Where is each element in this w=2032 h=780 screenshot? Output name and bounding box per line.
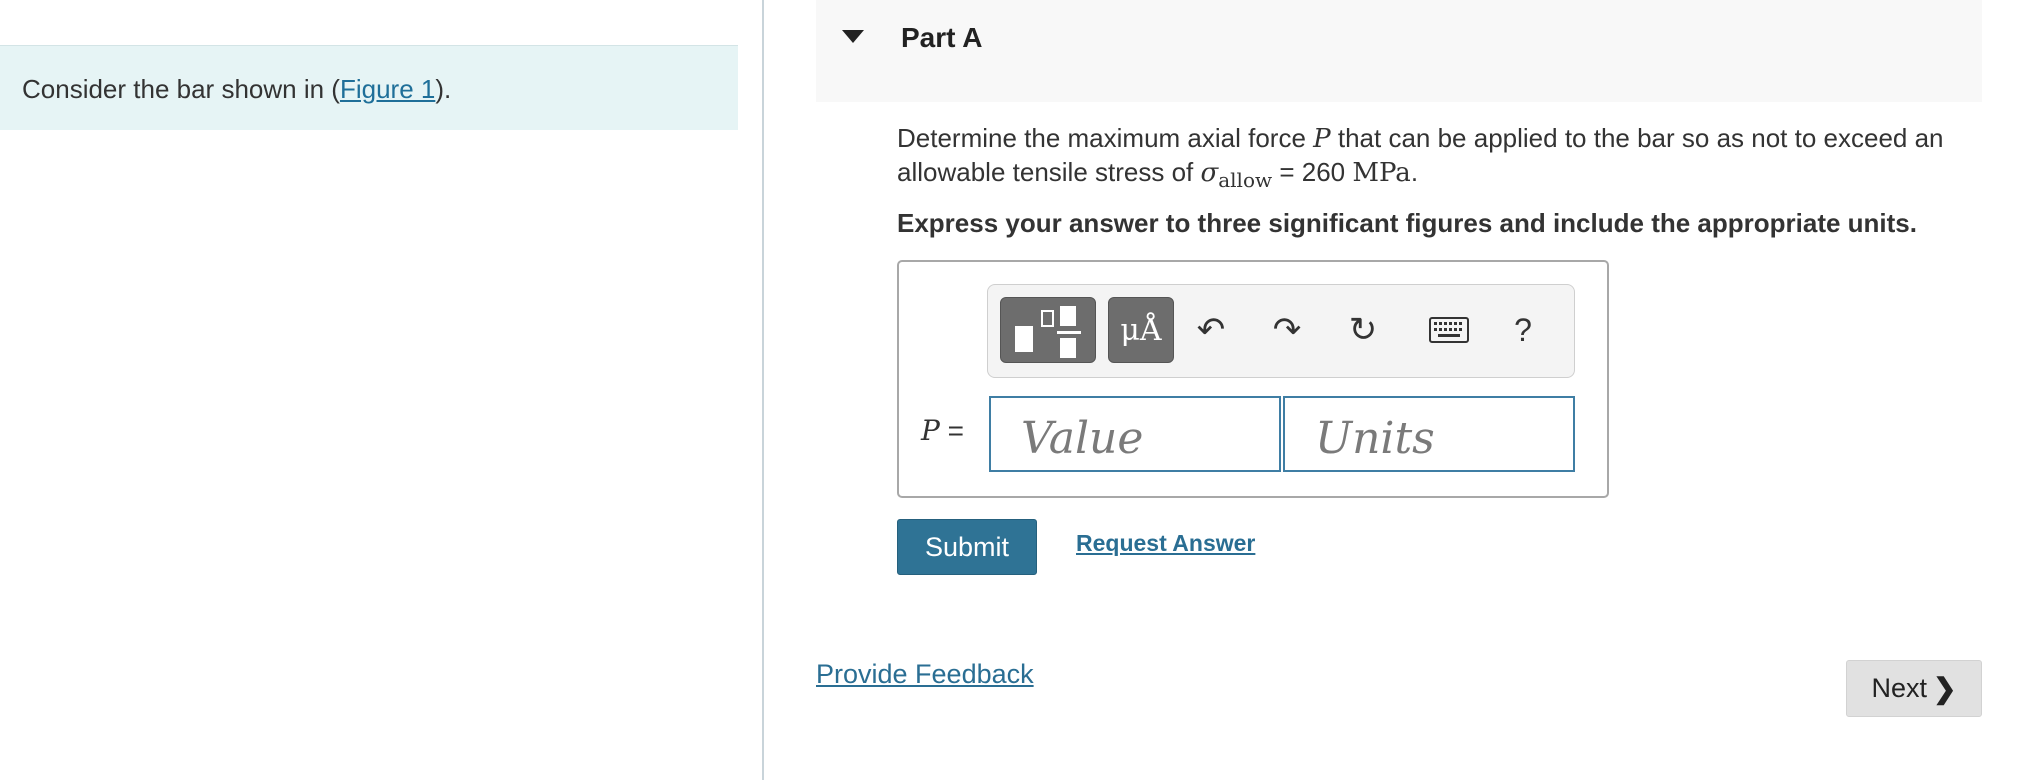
- collapse-caret-icon[interactable]: [842, 30, 864, 43]
- stress-unit: MPa: [1352, 158, 1411, 188]
- keyboard-icon-svg: [1429, 317, 1469, 343]
- value-input[interactable]: [989, 396, 1281, 472]
- intro-text-end: ).: [435, 74, 452, 104]
- next-button[interactable]: Next ❯: [1846, 660, 1982, 717]
- intro-text: Consider the bar shown in (: [22, 74, 340, 104]
- units-input[interactable]: [1283, 396, 1575, 472]
- redo-icon[interactable]: ↷: [1262, 301, 1312, 359]
- submit-button[interactable]: Submit: [897, 519, 1037, 575]
- templates-icon: [1015, 326, 1033, 352]
- answer-box: μÅ ↶ ↷ ↻ ? P =: [897, 260, 1609, 498]
- templates-button[interactable]: [1000, 297, 1096, 363]
- next-label: Next: [1871, 673, 1928, 703]
- provide-feedback-link[interactable]: Provide Feedback: [816, 659, 1034, 690]
- force-variable: P: [1313, 124, 1331, 154]
- chevron-right-icon: ❯: [1933, 673, 1957, 704]
- question-text: Determine the maximum axial force P that…: [897, 123, 1944, 192]
- request-answer-link[interactable]: Request Answer: [1076, 530, 1255, 557]
- math-toolbar: μÅ ↶ ↷ ↻ ?: [987, 284, 1575, 378]
- units-button[interactable]: μÅ: [1108, 297, 1174, 363]
- part-title: Part A: [901, 22, 983, 53]
- pane-divider[interactable]: [762, 0, 764, 780]
- figure-link[interactable]: Figure 1: [340, 74, 435, 104]
- part-header[interactable]: Part A: [816, 0, 1982, 102]
- answer-instruction: Express your answer to three significant…: [897, 208, 1917, 238]
- sigma-symbol: σ: [1200, 158, 1219, 188]
- keyboard-icon[interactable]: [1418, 301, 1480, 359]
- answer-variable-label: P =: [921, 414, 964, 447]
- sigma-subscript: allow: [1218, 168, 1273, 192]
- reset-icon[interactable]: ↻: [1338, 301, 1388, 359]
- help-button[interactable]: ?: [1498, 301, 1548, 359]
- intro-bar: Consider the bar shown in (Figure 1).: [0, 45, 738, 130]
- left-pane: Consider the bar shown in (Figure 1).: [0, 0, 762, 780]
- undo-icon[interactable]: ↶: [1186, 301, 1236, 359]
